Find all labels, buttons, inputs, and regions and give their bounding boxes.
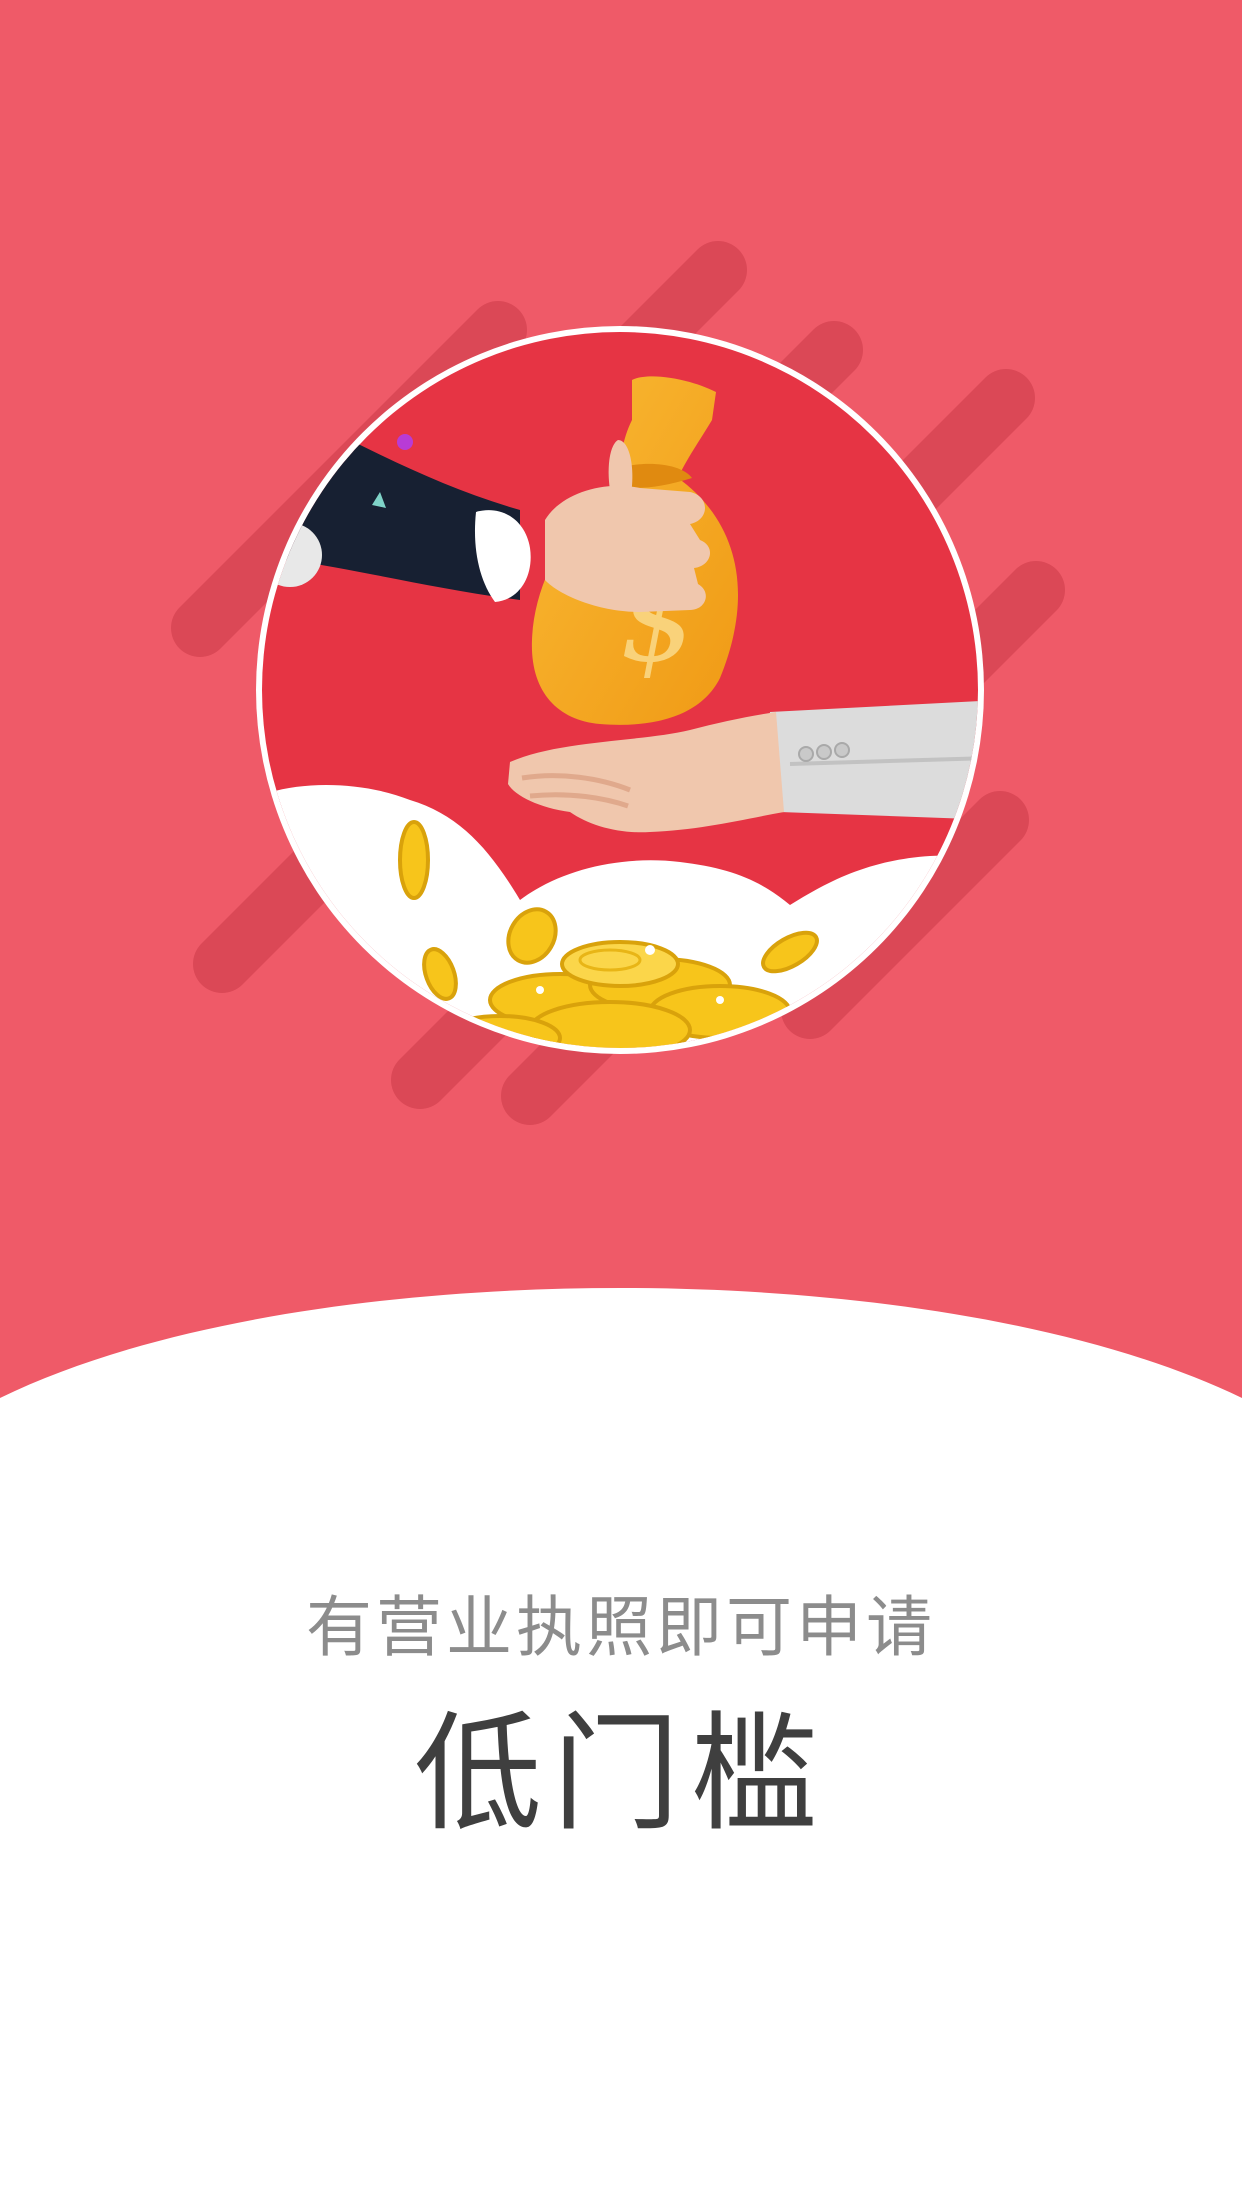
subtitle-text: 有营业执照即可申请 xyxy=(306,1589,936,1666)
onboarding-page: $ 有营业执照即可申请 低门槛 xyxy=(0,0,1242,2205)
headline-text: 低门槛 xyxy=(413,1700,828,1849)
hero-banner: $ xyxy=(0,0,1242,1420)
sleeve-star xyxy=(397,434,413,450)
